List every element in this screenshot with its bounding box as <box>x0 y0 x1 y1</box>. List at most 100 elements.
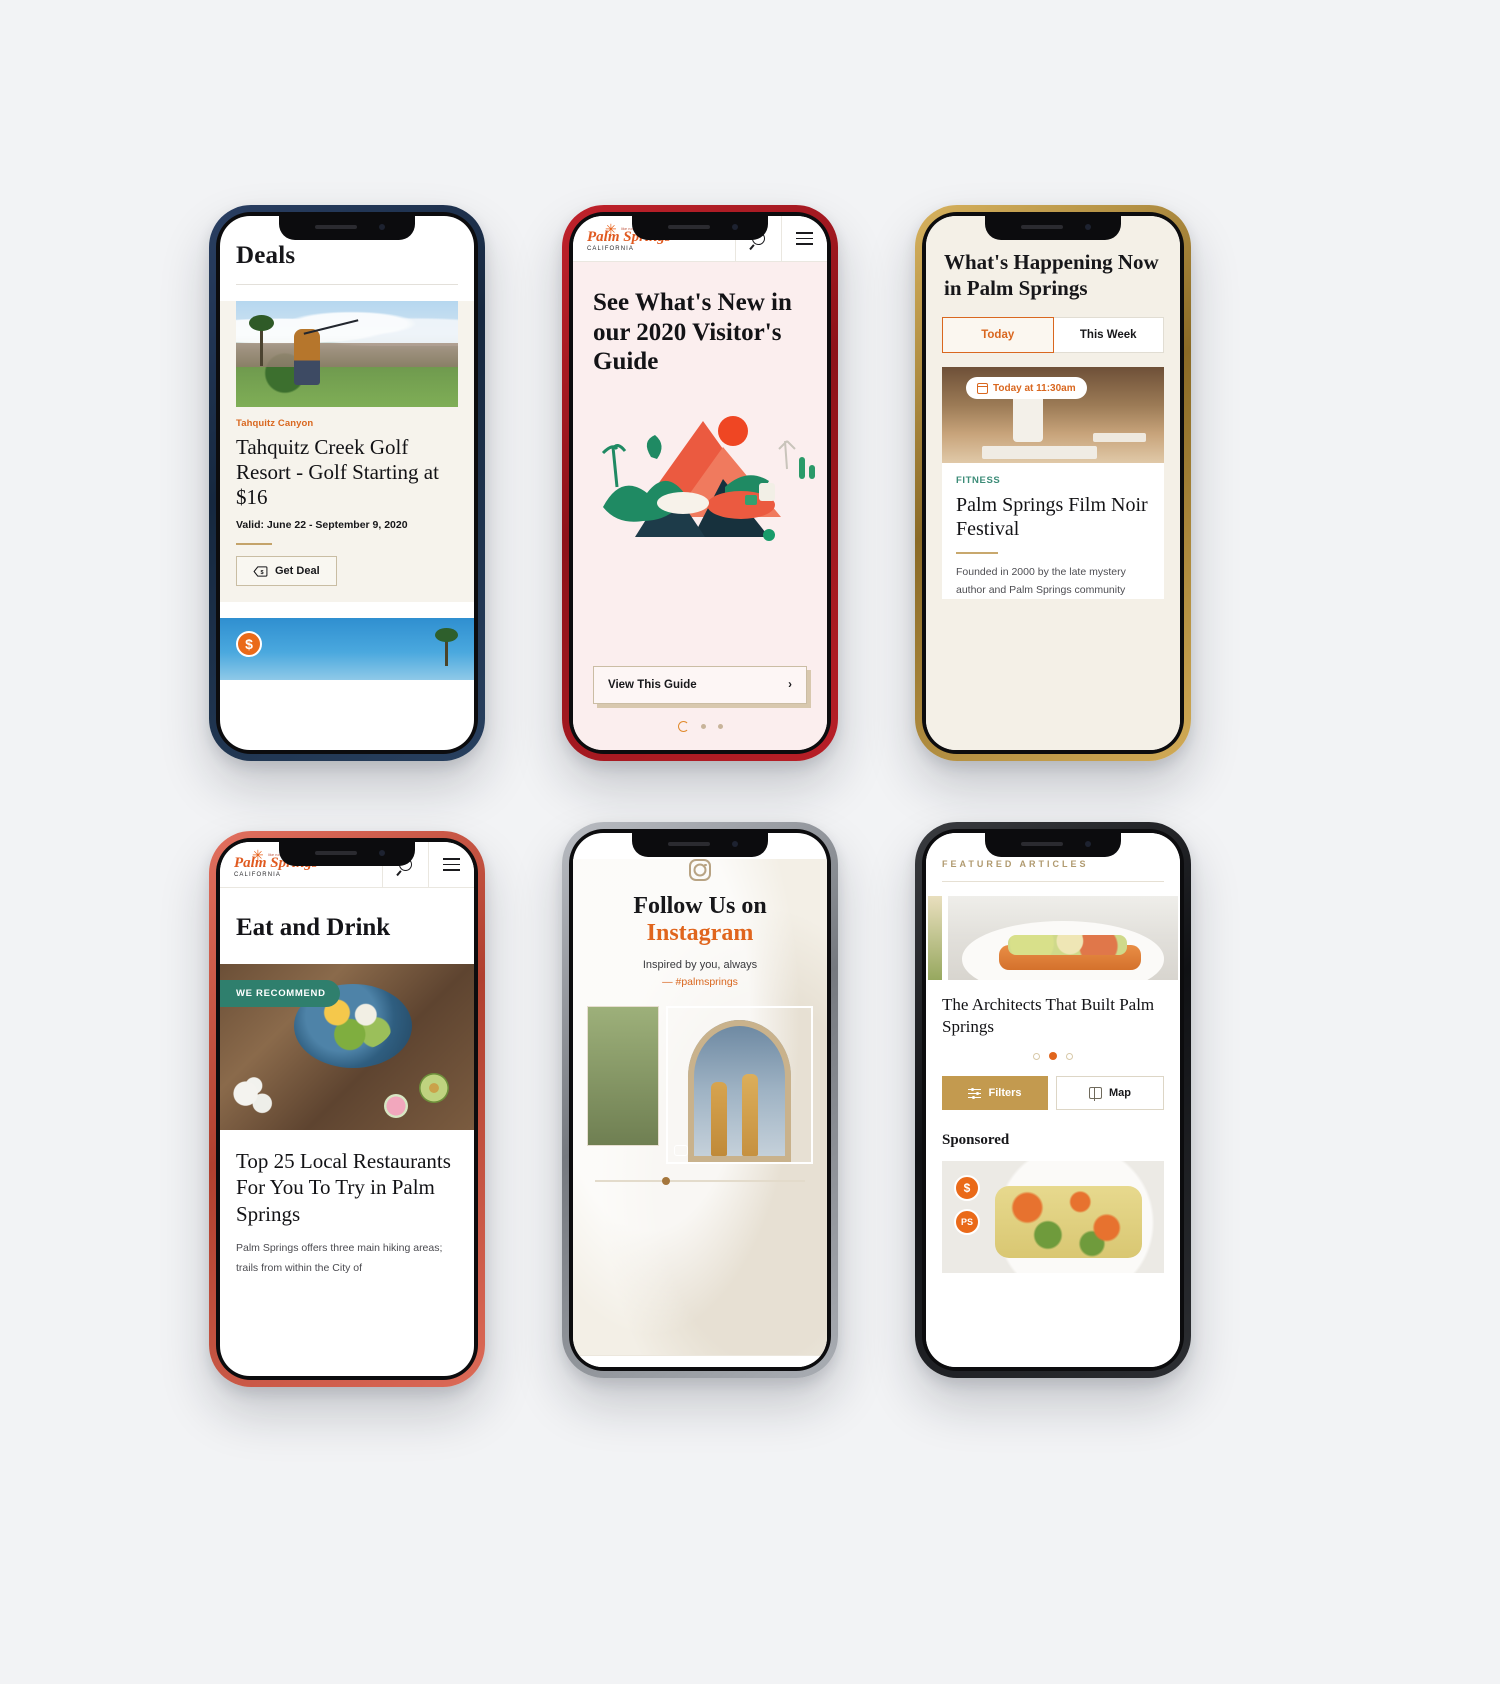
front-camera <box>1085 224 1091 230</box>
guide-hero: See What's New in our 2020 Visitor's Gui… <box>573 262 827 750</box>
phone-screen-deals: Deals Tahquitz Canyon Tahquitz Creek Gol… <box>220 216 474 750</box>
palm-tree-decor <box>435 628 458 667</box>
notch <box>279 216 415 240</box>
phone-instagram: Follow Us on Instagram Inspired by you, … <box>562 822 838 1378</box>
hamburger-menu-icon <box>443 855 460 874</box>
deal-eyebrow: Tahquitz Canyon <box>236 418 314 429</box>
view-guide-label: View This Guide <box>608 679 697 691</box>
earpiece-speaker <box>1021 225 1063 229</box>
phone-screen-featured: FEATURED ARTICLES The Architects That Bu… <box>926 833 1180 1367</box>
deal-card[interactable]: Tahquitz Canyon Tahquitz Creek Golf Reso… <box>220 301 474 603</box>
table-decor <box>981 445 1098 460</box>
front-camera <box>1085 841 1091 847</box>
phone-screen-eat: ✳ like no place else Palm Springs CALIFO… <box>220 842 474 1376</box>
newsletter-footer[interactable]: Palm Springs Newsletter <box>573 1355 827 1367</box>
chevron-right-icon: › <box>788 679 792 691</box>
giraffes-photo[interactable] <box>666 1006 813 1164</box>
deals-screen: Deals Tahquitz Canyon Tahquitz Creek Gol… <box>220 216 474 750</box>
salmon-dish-photo[interactable] <box>948 896 1178 980</box>
filters-button[interactable]: Filters <box>942 1076 1048 1111</box>
carousel-dots[interactable] <box>926 1052 1180 1061</box>
tab-today[interactable]: Today <box>942 317 1054 354</box>
arch-window-decor <box>688 1020 791 1162</box>
notch <box>279 842 415 866</box>
front-camera <box>379 224 385 230</box>
phone-visitors-guide: ✳ like no place else Palm Springs CALIFO… <box>562 205 838 761</box>
map-label: Map <box>1109 1087 1131 1100</box>
svg-text:$: $ <box>261 570 264 576</box>
instagram-hashtag[interactable]: — #palmsprings <box>573 976 827 988</box>
pasta-photo <box>995 1185 1142 1258</box>
phone-deals: Deals Tahquitz Canyon Tahquitz Creek Gol… <box>209 205 485 761</box>
event-title: Palm Springs Film Noir Festival <box>956 494 1148 541</box>
instagram-photo-main[interactable] <box>666 1006 813 1164</box>
event-description: Founded in 2000 by the late mystery auth… <box>956 565 1126 597</box>
event-time-badge: Today at 11:30am <box>966 377 1087 400</box>
map-icon <box>1089 1086 1102 1101</box>
get-deal-button[interactable]: $ Get Deal <box>236 556 337 587</box>
instagram-heading-line1: Follow Us on <box>633 893 767 919</box>
tab-this-week[interactable]: This Week <box>1053 317 1164 354</box>
article-title[interactable]: The Architects That Built Palm Springs <box>926 980 1180 1038</box>
carousel-peek-slide[interactable] <box>928 896 942 980</box>
get-deal-label: Get Deal <box>275 565 320 578</box>
carousel-dot[interactable] <box>717 724 723 729</box>
instagram-subtitle: Inspired by you, always <box>642 959 758 971</box>
golfer-figure <box>293 328 320 385</box>
carousel-dot-active[interactable] <box>677 721 689 732</box>
flowers-decor <box>230 1076 283 1121</box>
phone-screen-guide: ✳ like no place else Palm Springs CALIFO… <box>573 216 827 750</box>
featured-screen: FEATURED ARTICLES The Architects That Bu… <box>926 833 1180 1367</box>
carousel-dot[interactable] <box>1033 1052 1040 1060</box>
deal-hero-image <box>236 301 458 407</box>
earpiece-speaker <box>668 225 710 229</box>
eat-screen: ✳ like no place else Palm Springs CALIFO… <box>220 842 474 1376</box>
event-category: FITNESS <box>956 475 1001 487</box>
table-decor <box>1092 432 1147 443</box>
scrollbar-knob[interactable] <box>662 1177 671 1185</box>
next-deal-card[interactable]: $ <box>220 618 474 681</box>
sponsored-card[interactable]: $ PS <box>942 1161 1164 1274</box>
brand-state: CALIFORNIA <box>587 245 635 252</box>
guide-headline: See What's New in our 2020 Visitor's Gui… <box>593 289 792 375</box>
earpiece-speaker <box>668 842 710 846</box>
dollar-coin-icon: $ <box>236 631 262 658</box>
salsa-decor <box>1007 934 1128 955</box>
carousel-scrollbar[interactable] <box>595 1177 805 1185</box>
carousel-dots[interactable] <box>573 721 827 732</box>
menu-button[interactable] <box>781 216 827 261</box>
view-guide-button[interactable]: View This Guide › <box>593 666 807 704</box>
instagram-icon[interactable] <box>689 859 711 881</box>
calendar-icon <box>976 382 989 394</box>
front-camera <box>732 841 738 847</box>
event-image: Today at 11:30am <box>942 367 1164 464</box>
menu-button[interactable] <box>428 842 474 887</box>
greenhouse-photo[interactable] <box>587 1006 659 1146</box>
phone-screen-instagram: Follow Us on Instagram Inspired by you, … <box>573 833 827 1367</box>
instagram-heading-line2: Instagram <box>646 920 754 946</box>
we-recommend-badge: WE RECOMMEND <box>220 980 340 1007</box>
carousel-dot[interactable] <box>700 724 706 729</box>
article-headline: Top 25 Local Restaurants For You To Try … <box>236 1149 451 1226</box>
instagram-photo-side[interactable] <box>587 1006 659 1146</box>
carousel-dot[interactable] <box>1066 1052 1073 1060</box>
avocado-decor <box>418 1073 449 1104</box>
camera-icon <box>674 1145 688 1156</box>
giraffe-figure <box>710 1081 727 1156</box>
earpiece-speaker <box>315 225 357 229</box>
earpiece-speaker <box>315 851 357 855</box>
golf-club <box>303 319 359 336</box>
article-carousel[interactable] <box>926 896 1180 980</box>
article-description: Palm Springs offers three main hiking ar… <box>236 1242 443 1274</box>
dollar-coin-icon: $ <box>954 1175 980 1202</box>
radish-decor <box>383 1094 408 1119</box>
sponsored-label: Sponsored <box>942 1132 1010 1149</box>
filters-label: Filters <box>988 1087 1022 1100</box>
notch <box>985 833 1121 857</box>
happening-screen: What's Happening Now in Palm Springs Tod… <box>926 216 1180 750</box>
deal-headline: Tahquitz Creek Golf Resort - Golf Starti… <box>236 435 439 509</box>
carousel-dot-active[interactable] <box>1049 1052 1057 1061</box>
event-card[interactable]: Today at 11:30am FITNESS Palm Springs Fi… <box>942 367 1164 600</box>
map-button[interactable]: Map <box>1056 1076 1164 1111</box>
happening-tabs[interactable]: Today This Week <box>942 317 1164 354</box>
